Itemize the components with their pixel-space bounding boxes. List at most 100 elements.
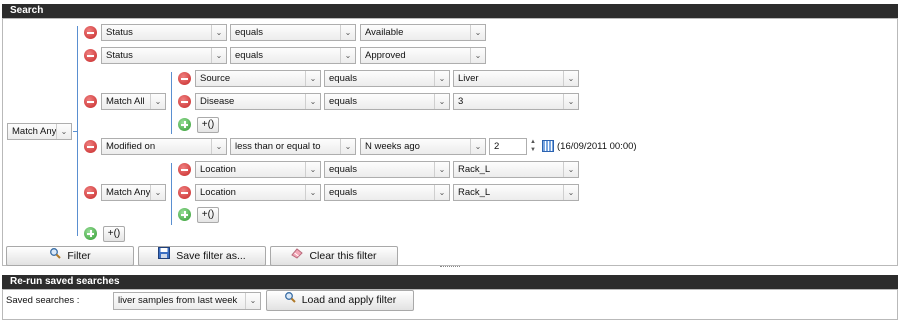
chevron-down-icon: ⌄ (211, 139, 226, 154)
remove-condition-icon[interactable] (178, 95, 191, 108)
group2-logic-select[interactable]: Match Any ⌄ (101, 184, 166, 201)
chevron-down-icon: ⌄ (563, 185, 578, 200)
saved-search-value: liver samples from last week (118, 295, 238, 306)
field-select[interactable]: Source ⌄ (195, 70, 321, 87)
operator-value: less than or equal to (235, 141, 321, 152)
remove-group-icon[interactable] (84, 95, 97, 108)
amount-input[interactable]: 2 (489, 138, 527, 155)
add-condition-icon[interactable] (178, 118, 191, 131)
resize-handle[interactable] (440, 266, 460, 271)
field-select[interactable]: Disease ⌄ (195, 93, 321, 110)
chevron-down-icon: ⌄ (434, 71, 449, 86)
chevron-down-icon: ⌄ (340, 48, 355, 63)
chevron-down-icon: ⌄ (245, 293, 260, 309)
root-connector (73, 131, 78, 132)
value-select[interactable]: Available ⌄ (360, 24, 486, 41)
save-filter-button[interactable]: Save filter as... (138, 246, 266, 266)
add-subgroup-button[interactable]: +() (197, 207, 219, 223)
saved-searches-label: Saved searches : (6, 295, 80, 306)
operator-value: equals (235, 50, 263, 61)
operator-select[interactable]: equals ⌄ (324, 161, 450, 178)
group1-logic-value: Match All (106, 96, 145, 107)
group2-logic-value: Match Any (106, 187, 151, 198)
field-select[interactable]: Location ⌄ (195, 161, 321, 178)
chevron-down-icon: ⌄ (434, 162, 449, 177)
field-select[interactable]: Modified on ⌄ (101, 138, 227, 155)
chevron-down-icon: ⌄ (211, 48, 226, 63)
value-value: Available (365, 27, 404, 38)
floppy-disk-icon (158, 247, 171, 265)
chevron-down-icon: ⌄ (150, 185, 165, 200)
root-logic-select[interactable]: Match Any ⌄ (7, 123, 72, 140)
remove-condition-icon[interactable] (84, 140, 97, 153)
field-value: Location (200, 164, 236, 175)
saved-searches-header: Re-run saved searches (2, 275, 898, 289)
chevron-down-icon: ⌄ (563, 162, 578, 177)
field-select[interactable]: Location ⌄ (195, 184, 321, 201)
value-select[interactable]: Rack_L ⌄ (453, 184, 579, 201)
field-value: Modified on (106, 141, 156, 152)
add-subgroup-button[interactable]: +() (103, 226, 125, 242)
operator-select[interactable]: equals ⌄ (230, 24, 356, 41)
operator-select[interactable]: less than or equal to ⌄ (230, 138, 356, 155)
save-filter-button-label: Save filter as... (176, 250, 246, 262)
chevron-down-icon: ⌄ (563, 94, 578, 109)
add-condition-icon[interactable] (178, 208, 191, 221)
remove-condition-icon[interactable] (84, 26, 97, 39)
date-unit-value: N weeks ago (365, 141, 420, 152)
operator-value: equals (235, 27, 263, 38)
chevron-down-icon: ⌄ (340, 139, 355, 154)
value-select[interactable]: Liver ⌄ (453, 70, 579, 87)
remove-condition-icon[interactable] (178, 186, 191, 199)
value-value: Liver (458, 73, 479, 84)
operator-select[interactable]: equals ⌄ (230, 47, 356, 64)
value-value: 3 (458, 96, 464, 107)
clear-filter-button-label: Clear this filter (309, 250, 377, 262)
operator-value: equals (329, 187, 357, 198)
operator-select[interactable]: equals ⌄ (324, 93, 450, 110)
chevron-down-icon: ⌄ (305, 94, 320, 109)
calendar-icon[interactable] (542, 140, 554, 152)
chevron-down-icon: ⌄ (563, 71, 578, 86)
chevron-down-icon: ⌄ (434, 94, 449, 109)
remove-group-icon[interactable] (84, 186, 97, 199)
add-subgroup-button[interactable]: +() (197, 117, 219, 133)
remove-condition-icon[interactable] (178, 163, 191, 176)
load-apply-filter-button[interactable]: Load and apply filter (266, 290, 414, 311)
chevron-down-icon: ⌄ (305, 162, 320, 177)
remove-condition-icon[interactable] (178, 72, 191, 85)
operator-select[interactable]: equals ⌄ (324, 184, 450, 201)
eraser-icon (291, 247, 304, 265)
filter-button[interactable]: Filter (6, 246, 134, 266)
remove-condition-icon[interactable] (84, 49, 97, 62)
operator-value: equals (329, 73, 357, 84)
value-select[interactable]: 3 ⌄ (453, 93, 579, 110)
filter-button-label: Filter (67, 250, 91, 262)
search-icon (49, 247, 62, 265)
resolved-date: (16/09/2011 00:00) (557, 141, 637, 152)
operator-value: equals (329, 164, 357, 175)
chevron-down-icon: ⌄ (470, 25, 485, 40)
chevron-down-icon: ⌄ (470, 48, 485, 63)
value-select[interactable]: Rack_L ⌄ (453, 161, 579, 178)
add-condition-icon[interactable] (84, 227, 97, 240)
field-value: Status (106, 50, 133, 61)
amount-stepper-icon[interactable]: ▲ ▼ (528, 138, 538, 155)
date-unit-select[interactable]: N weeks ago ⌄ (360, 138, 486, 155)
value-value: Rack_L (458, 187, 491, 198)
value-select[interactable]: Approved ⌄ (360, 47, 486, 64)
saved-search-select[interactable]: liver samples from last week ⌄ (113, 292, 261, 310)
field-value: Status (106, 27, 133, 38)
load-apply-filter-label: Load and apply filter (301, 294, 397, 306)
chevron-down-icon: ⌄ (150, 94, 165, 109)
field-select[interactable]: Status ⌄ (101, 47, 227, 64)
group1-logic-select[interactable]: Match All ⌄ (101, 93, 166, 110)
field-value: Disease (200, 96, 235, 107)
chevron-down-icon: ⌄ (470, 139, 485, 154)
field-value: Source (200, 73, 231, 84)
search-icon (284, 291, 296, 309)
clear-filter-button[interactable]: Clear this filter (270, 246, 398, 266)
field-select[interactable]: Status ⌄ (101, 24, 227, 41)
operator-select[interactable]: equals ⌄ (324, 70, 450, 87)
chevron-down-icon: ⌄ (305, 185, 320, 200)
